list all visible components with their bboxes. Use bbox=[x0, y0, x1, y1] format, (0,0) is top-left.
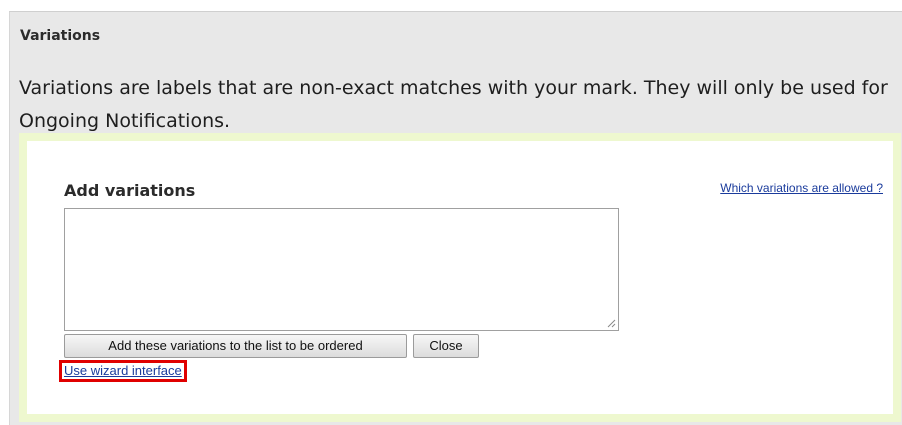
add-variations-label: Add variations bbox=[64, 181, 196, 200]
add-variations-box: Add variations Which variations are allo… bbox=[19, 133, 901, 422]
use-wizard-interface-link[interactable]: Use wizard interface bbox=[59, 360, 187, 382]
which-variations-allowed-link[interactable]: Which variations are allowed ? bbox=[720, 181, 883, 195]
add-variations-button[interactable]: Add these variations to the list to be o… bbox=[64, 334, 407, 358]
section-title: Variations bbox=[20, 28, 101, 44]
variations-textarea[interactable] bbox=[64, 208, 619, 331]
section-description: Variations are labels that are non-exact… bbox=[19, 77, 888, 132]
close-button[interactable]: Close bbox=[413, 334, 479, 358]
variations-panel: Variations Variations are labels that ar… bbox=[9, 11, 902, 425]
resize-grip-icon[interactable] bbox=[607, 319, 616, 328]
